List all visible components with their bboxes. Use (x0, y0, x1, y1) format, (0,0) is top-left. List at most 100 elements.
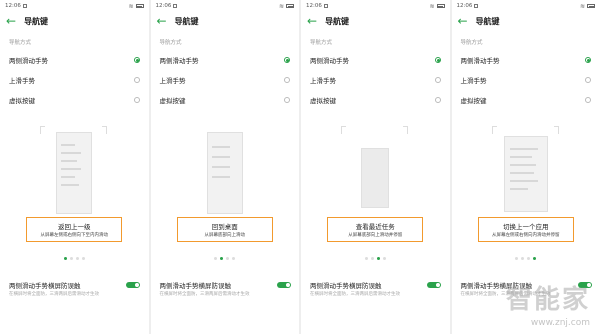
highlight-box: 返回上一级 从屏幕左侧或右侧向下至内内滑动 (26, 216, 123, 242)
page-title: 导航键 (174, 16, 199, 26)
radio-icon[interactable] (585, 97, 591, 103)
highlight-box: 回到桌面 从屏幕底部向上滑动 (176, 216, 273, 242)
option-virtual-keys[interactable]: 虚拟按键 (301, 90, 450, 110)
title-bar: ← 导航键 (301, 12, 450, 30)
toggle-row[interactable]: 两侧滑动手势横屏防误触 (160, 280, 291, 290)
option-label: 上滑手势 (159, 77, 186, 85)
title-bar: ← 导航键 (0, 12, 149, 30)
toggle-label: 两侧滑动手势横屏防误触 (159, 282, 232, 290)
option-swipe-up[interactable]: 上滑手势 (301, 70, 450, 90)
option-swipe-both-sides[interactable]: 两侧滑动手势 (151, 50, 300, 70)
caption-subtitle: 从屏幕底部向上滑动 (204, 232, 246, 238)
highlight-box: 切换上一个应用 从屏幕左侧或右侧向内滑动并停留 (477, 216, 574, 242)
option-swipe-both-sides[interactable]: 两侧滑动手势 (452, 50, 600, 70)
page-indicator (301, 257, 450, 260)
gesture-caption: 查看最近任务 从屏幕底部向上滑动并停留 (301, 216, 450, 242)
back-arrow-icon[interactable]: ← (307, 15, 317, 27)
radio-selected-icon[interactable] (434, 57, 441, 63)
notification-icon (474, 4, 479, 8)
gesture-corner-icon (491, 126, 497, 134)
caption-subtitle: 从屏幕左侧或右侧向内滑动并停留 (492, 232, 560, 238)
option-label: 虚拟按键 (9, 97, 35, 105)
highlight-box: 查看最近任务 从屏幕底部向上滑动并停留 (327, 216, 424, 242)
toggle-switch[interactable] (427, 282, 441, 288)
option-swipe-up[interactable]: 上滑手势 (452, 70, 600, 90)
status-time: 12:06 (456, 3, 473, 9)
radio-icon[interactable] (585, 77, 591, 83)
back-arrow-icon[interactable]: ← (157, 15, 167, 27)
page-title: 导航键 (475, 16, 500, 26)
phone-screen-2: 12:06 ≋ ← 导航键 导航方式 两侧滑动手势 上滑手势 虚拟按键 回到桌面… (150, 0, 300, 334)
option-label: 上滑手势 (460, 77, 487, 85)
caption-subtitle: 从屏幕底部向上滑动并停留 (348, 232, 403, 238)
toggle-description: 在横屏时将全面防，三滑两屏后需滑动才生效 (310, 292, 400, 297)
gesture-corner-icon (403, 126, 408, 134)
page-title: 导航键 (24, 16, 49, 26)
status-time: 12:06 (155, 3, 172, 9)
radio-selected-icon[interactable] (133, 57, 140, 63)
radio-icon[interactable] (133, 77, 140, 83)
radio-icon[interactable] (284, 97, 290, 103)
section-header: 导航方式 (159, 40, 182, 46)
screenshot-strip: 12:06 ≋ ← 导航键 导航方式 两侧滑动手势 上滑手势 虚拟按键 返回上一… (0, 0, 600, 334)
toggle-switch[interactable] (126, 282, 140, 288)
gesture-caption: 返回上一级 从屏幕左侧或右侧向下至内内滑动 (0, 216, 149, 242)
notification-icon (173, 4, 178, 8)
notification-icon (323, 4, 328, 8)
toggle-switch[interactable] (276, 282, 291, 288)
toggle-row[interactable]: 两侧滑动手势横屏防误触 (9, 280, 140, 290)
title-bar: ← 导航键 (452, 12, 600, 30)
option-swipe-both-sides[interactable]: 两侧滑动手势 (0, 50, 149, 70)
radio-icon[interactable] (284, 77, 290, 83)
radio-icon[interactable] (133, 97, 140, 103)
option-label: 虚拟按键 (460, 97, 487, 105)
caption-title: 切换上一个应用 (503, 222, 549, 231)
gesture-preview-illustration (486, 126, 566, 214)
back-arrow-icon[interactable]: ← (6, 15, 16, 27)
option-label: 虚拟按键 (310, 97, 336, 105)
status-bar: 12:06 ≋ (452, 0, 600, 12)
option-virtual-keys[interactable]: 虚拟按键 (151, 90, 300, 110)
page-title: 导航键 (325, 16, 350, 26)
option-swipe-both-sides[interactable]: 两侧滑动手势 (301, 50, 450, 70)
option-label: 上滑手势 (9, 77, 35, 85)
toggle-row[interactable]: 两侧滑动手势横屏防误触 (461, 280, 592, 290)
gesture-preview-illustration (34, 126, 114, 214)
back-arrow-icon[interactable]: ← (458, 15, 468, 27)
toggle-row[interactable]: 两侧滑动手势横屏防误触 (310, 280, 441, 290)
toggle-description: 在横屏时将全面防，三滑两屏后需滑动才生效 (159, 292, 250, 297)
option-virtual-keys[interactable]: 虚拟按键 (0, 90, 149, 110)
section-header: 导航方式 (310, 40, 333, 46)
page-indicator (0, 257, 149, 260)
status-bar: 12:06 ≋ (301, 0, 450, 12)
caption-title: 回到桌面 (211, 222, 238, 231)
radio-icon[interactable] (434, 97, 441, 103)
toggle-description: 在横屏时将全面防，三滑两屏后需滑动才生效 (460, 292, 551, 297)
option-swipe-up[interactable]: 上滑手势 (0, 70, 149, 90)
battery-icon (135, 4, 144, 8)
toggle-label: 两侧滑动手势横屏防误触 (9, 282, 81, 290)
radio-selected-icon[interactable] (284, 57, 290, 63)
option-swipe-up[interactable]: 上滑手势 (151, 70, 300, 90)
option-label: 两侧滑动手势 (310, 57, 349, 65)
option-label: 两侧滑动手势 (460, 57, 500, 65)
caption-title: 返回上一级 (58, 222, 91, 231)
radio-selected-icon[interactable] (585, 57, 591, 63)
battery-icon (587, 4, 595, 8)
radio-icon[interactable] (434, 77, 441, 83)
wifi-icon: ≋ (579, 2, 585, 10)
battery-icon (436, 4, 445, 8)
option-label: 两侧滑动手势 (159, 57, 199, 65)
phone-screen-3: 12:06 ≋ ← 导航键 导航方式 两侧滑动手势 上滑手势 虚拟按键 查看最近… (301, 0, 450, 334)
gesture-caption: 切换上一个应用 从屏幕左侧或右侧向内滑动并停留 (452, 216, 600, 242)
status-bar: 12:06 ≋ (151, 0, 300, 12)
title-bar: ← 导航键 (151, 12, 300, 30)
toggle-description: 在横屏时将全面防，三滑两屏后需滑动才生效 (9, 292, 99, 297)
option-virtual-keys[interactable]: 虚拟按键 (452, 90, 600, 110)
section-header: 导航方式 (9, 40, 32, 46)
page-indicator (151, 257, 300, 260)
status-time: 12:06 (5, 3, 21, 9)
wifi-icon: ≋ (128, 2, 134, 10)
gesture-caption: 回到桌面 从屏幕底部向上滑动 (151, 216, 300, 242)
toggle-switch[interactable] (577, 282, 592, 288)
